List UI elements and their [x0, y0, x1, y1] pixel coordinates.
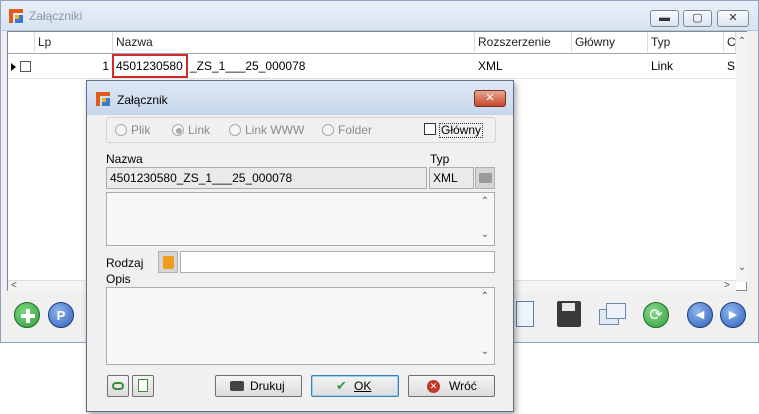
scroll-down-icon[interactable]: ⌄ [479, 229, 491, 240]
window-titlebar: Załączniki ▬ ▢ ✕ [1, 1, 758, 31]
vertical-scrollbar[interactable]: ⌃ ⌄ [736, 32, 748, 282]
rodzaj-picker-button[interactable] [158, 251, 178, 273]
back-button-label: Wróć [449, 379, 477, 393]
column-header-nazwa[interactable]: Nazwa [113, 32, 475, 54]
minimize-button[interactable]: ▬ [650, 10, 679, 27]
window-title: Załączniki [29, 9, 83, 23]
preview-search-icon[interactable]: P [48, 302, 74, 328]
document-list-icon[interactable] [516, 301, 534, 327]
row-checkbox[interactable] [20, 61, 31, 72]
nazwa-label: Nazwa [106, 152, 143, 166]
dialog-titlebar: Załącznik ✕ [87, 81, 513, 115]
dialog-close-button[interactable]: ✕ [474, 90, 506, 107]
rodzaj-label: Rodzaj [106, 256, 144, 270]
cell-c: S [727, 59, 736, 73]
previous-icon[interactable]: ◀ [687, 302, 713, 328]
printer-icon [230, 381, 244, 391]
print-button[interactable]: Drukuj [215, 375, 302, 397]
windows-icon[interactable] [599, 303, 627, 327]
save-icon[interactable] [557, 301, 581, 327]
scroll-right-icon[interactable]: > [724, 280, 730, 291]
attachment-dialog: Załącznik ✕ Plik Link Link WWW Folder Gł… [86, 80, 514, 412]
nazwa-field[interactable]: 4501230580_ZS_1___25_000078 [106, 167, 427, 189]
browse-folder-button[interactable] [475, 167, 495, 189]
column-header-lp[interactable]: Lp [35, 32, 113, 54]
link-details-area[interactable]: ⌃ ⌄ [106, 192, 495, 246]
current-row-arrow-icon [11, 63, 16, 71]
back-button[interactable]: ✕ Wróć [408, 375, 495, 397]
table-row[interactable]: 1 4501230580 _ZS_1___25_000078 XML Link … [8, 54, 736, 79]
document-action-button[interactable] [132, 375, 154, 397]
maximize-button[interactable]: ▢ [683, 10, 712, 27]
typ-field[interactable]: XML [429, 167, 474, 189]
cell-lp: 1 [102, 59, 109, 73]
radio-folder-label[interactable]: Folder [338, 123, 372, 137]
scroll-left-icon[interactable]: < [11, 280, 17, 291]
dictionary-icon [163, 256, 174, 269]
checkmark-icon: ✔ [336, 378, 347, 393]
rodzaj-field[interactable] [180, 251, 495, 273]
link-icon [112, 382, 124, 390]
maximize-icon: ▢ [692, 12, 703, 24]
radio-plik[interactable] [115, 124, 127, 136]
scroll-up-icon[interactable]: ⌃ [736, 36, 748, 47]
glowny-checkbox[interactable] [424, 123, 436, 135]
dialog-title: Załącznik [117, 93, 168, 107]
source-type-radio-group: Plik Link Link WWW Folder [106, 117, 496, 143]
ok-button[interactable]: ✔ OK [311, 375, 399, 397]
cell-nazwa-rest: _ZS_1___25_000078 [190, 59, 306, 73]
minimize-icon: ▬ [659, 12, 670, 24]
glowny-label[interactable]: Główny [439, 123, 484, 138]
radio-link[interactable] [172, 124, 184, 136]
close-button[interactable]: ✕ [717, 10, 749, 27]
column-header-rozszerzenie[interactable]: Rozszerzenie [475, 32, 572, 54]
radio-link-www[interactable] [229, 124, 241, 136]
cell-typ: Link [651, 59, 674, 73]
cell-nazwa-highlighted-part: 4501230580 [112, 54, 188, 78]
row-indicator-header [8, 32, 35, 54]
column-header-c[interactable]: C [724, 32, 736, 54]
document-icon [138, 379, 148, 392]
close-icon: ✕ [728, 12, 738, 24]
column-header-glowny[interactable]: Główny [572, 32, 648, 54]
opis-label: Opis [106, 272, 131, 286]
cancel-icon: ✕ [427, 380, 440, 393]
next-icon[interactable]: ▶ [720, 302, 746, 328]
scroll-up-icon[interactable]: ⌃ [479, 291, 491, 302]
app-logo-icon [96, 92, 110, 106]
app-logo-icon [9, 9, 23, 23]
radio-plik-label[interactable]: Plik [131, 123, 150, 137]
close-icon: ✕ [485, 92, 495, 104]
radio-link-label[interactable]: Link [188, 123, 210, 137]
opis-textarea[interactable] [106, 287, 495, 365]
cell-glowny [572, 55, 648, 77]
link-action-button[interactable] [107, 375, 129, 397]
scroll-down-icon[interactable]: ⌄ [736, 262, 748, 273]
ok-button-label: OK [354, 379, 372, 393]
scroll-up-icon[interactable]: ⌃ [479, 196, 491, 207]
print-button-label: Drukuj [250, 379, 285, 393]
scroll-down-icon[interactable]: ⌄ [479, 346, 491, 357]
column-header-typ[interactable]: Typ [648, 32, 724, 54]
cell-rozszerzenie: XML [478, 59, 503, 73]
refresh-icon[interactable]: ⟳ [643, 302, 669, 328]
radio-folder[interactable] [322, 124, 334, 136]
folder-icon [479, 173, 492, 183]
radio-link-www-label[interactable]: Link WWW [245, 123, 304, 137]
typ-label: Typ [430, 152, 450, 166]
add-icon[interactable] [14, 302, 40, 328]
